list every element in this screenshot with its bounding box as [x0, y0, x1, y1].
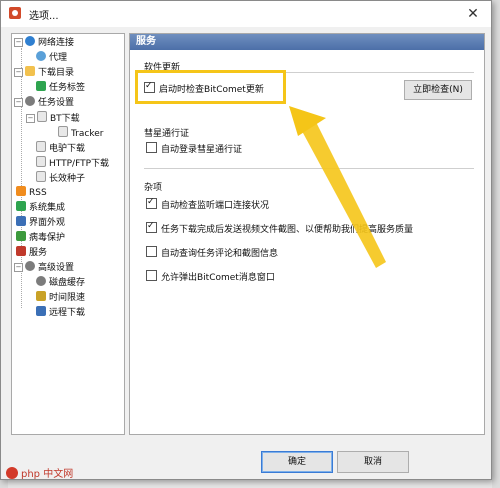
panel-header: 服务 [130, 34, 484, 50]
tree-item-label: 界面外观 [29, 218, 66, 228]
send-screenshot-label: 任务下载完成后发送视频文件截图、以便帮助我们提高服务质量 [161, 225, 414, 235]
tree-item-appearance[interactable]: 界面外观 [16, 216, 65, 230]
tree-item-label: 长效种子 [49, 174, 86, 184]
port-check-label: 自动检查监听端口连接状况 [161, 201, 270, 211]
tree-item-label: 下载目录 [38, 68, 75, 78]
close-button[interactable]: ✕ [461, 4, 485, 24]
cancel-button[interactable]: 取消 [337, 451, 409, 473]
php-logo-icon [6, 467, 18, 479]
tree-item-system-integration[interactable]: 系统集成 [16, 201, 65, 215]
tree-item-label: RSS [29, 188, 47, 198]
tree-item-label: HTTP/FTP下载 [49, 159, 110, 169]
tree-item-network[interactable]: − 网络连接 [14, 36, 74, 50]
divider [144, 168, 474, 169]
bitcomet-app-icon [9, 7, 21, 19]
misc-option-popup-messages[interactable]: 允许弹出BitComet消息窗口 [146, 270, 275, 284]
document-icon [36, 171, 46, 182]
auto-login-label: 自动登录彗星通行证 [161, 145, 243, 155]
check-now-button[interactable]: 立即检查(N) [404, 80, 472, 100]
clock-icon [36, 291, 46, 301]
watermark-text: php 中文网 [21, 469, 74, 480]
collapse-icon[interactable]: − [26, 114, 35, 123]
tree-item-label: 磁盘缓存 [49, 278, 86, 288]
tree-item-service[interactable]: 服务 [16, 246, 47, 260]
watermark: php 中文网 [6, 465, 73, 480]
tree-item-label: 时间限速 [49, 293, 86, 303]
tree-item-label: 远程下载 [49, 308, 86, 318]
tree-item-long-term-seed[interactable]: 长效种子 [36, 171, 85, 185]
proxy-icon [36, 51, 46, 61]
auto-login-option[interactable]: 自动登录彗星通行证 [146, 142, 242, 156]
collapse-icon[interactable]: − [14, 263, 23, 272]
tree-item-proxy[interactable]: 代理 [36, 51, 67, 65]
passport-label: 彗星通行证 [144, 129, 190, 139]
gear-icon [25, 96, 35, 106]
collapse-icon[interactable]: − [14, 38, 23, 47]
disk-icon [36, 276, 46, 286]
tree-item-label: Tracker [71, 129, 104, 139]
query-comments-label: 自动查询任务评论和截图信息 [161, 249, 279, 259]
document-icon [36, 156, 46, 167]
popup-messages-checkbox[interactable] [146, 270, 157, 281]
collapse-icon[interactable]: − [14, 98, 23, 107]
tree-item-emule-download[interactable]: 电驴下载 [36, 141, 85, 155]
tree-item-label: 病毒保护 [29, 233, 66, 243]
tree-item-tracker[interactable]: Tracker [58, 126, 103, 140]
rss-icon [16, 186, 26, 196]
query-comments-checkbox[interactable] [146, 246, 157, 257]
tree-item-virus-protection[interactable]: 病毒保护 [16, 231, 65, 245]
settings-tree[interactable]: − 网络连接 代理 − 下载目录 任务标签 − 任务设置 − BT下载 Tracker … [11, 33, 125, 435]
tree-item-remote-download[interactable]: 远程下载 [36, 306, 85, 320]
misc-option-send-screenshot[interactable]: 任务下载完成后发送视频文件截图、以便帮助我们提高服务质量 [146, 222, 413, 236]
service-icon [16, 246, 26, 256]
tree-item-label: 系统集成 [29, 203, 66, 213]
palette-icon [16, 216, 26, 226]
tree-item-label: 电驴下载 [49, 144, 86, 154]
tree-item-label: 服务 [29, 248, 48, 258]
document-icon [36, 141, 46, 152]
tree-item-time-speed-limit[interactable]: 时间限速 [36, 291, 85, 305]
tree-item-label: BT下载 [50, 114, 80, 124]
folder-icon [25, 66, 35, 76]
tree-item-http-ftp-download[interactable]: HTTP/FTP下载 [36, 156, 109, 170]
title-bar[interactable]: 选项... ✕ [1, 1, 491, 27]
options-dialog: 选项... ✕ − 网络连接 代理 − 下载目录 任务标签 − 任务设置 − BT下载 … [0, 0, 492, 480]
tree-item-label: 任务设置 [38, 98, 75, 108]
tag-icon [36, 81, 46, 91]
tree-item-label: 任务标签 [49, 83, 86, 93]
misc-option-port-check[interactable]: 自动检查监听端口连接状况 [146, 198, 269, 212]
gear-icon [25, 261, 35, 271]
window-title: 选项... [29, 11, 59, 22]
tree-item-label: 高级设置 [38, 263, 75, 273]
tree-item-advanced[interactable]: − 高级设置 [14, 261, 74, 275]
tree-item-task-settings[interactable]: − 任务设置 [14, 96, 74, 110]
shield-icon [16, 231, 26, 241]
ok-button[interactable]: 确定 [261, 451, 333, 473]
puzzle-icon [16, 201, 26, 211]
popup-messages-label: 允许弹出BitComet消息窗口 [161, 273, 275, 283]
send-screenshot-checkbox[interactable] [146, 222, 157, 233]
globe-icon [25, 36, 35, 46]
misc-option-query-comments[interactable]: 自动查询任务评论和截图信息 [146, 246, 278, 260]
tree-item-label: 网络连接 [38, 38, 75, 48]
tree-item-download-folder[interactable]: − 下载目录 [14, 66, 74, 80]
tree-item-task-tags[interactable]: 任务标签 [36, 81, 85, 95]
tree-item-rss[interactable]: RSS [16, 186, 47, 200]
misc-label: 杂项 [144, 183, 163, 193]
port-check-checkbox[interactable] [146, 198, 157, 209]
annotation-highlight-box [135, 70, 286, 104]
document-icon [37, 111, 47, 122]
remote-icon [36, 306, 46, 316]
background-right [492, 0, 500, 488]
collapse-icon[interactable]: − [14, 68, 23, 77]
tree-item-label: 代理 [49, 53, 68, 63]
auto-login-checkbox[interactable] [146, 142, 157, 153]
tree-item-disk-cache[interactable]: 磁盘缓存 [36, 276, 85, 290]
document-icon [58, 126, 68, 137]
tree-item-bt-download[interactable]: − BT下载 [26, 111, 80, 125]
